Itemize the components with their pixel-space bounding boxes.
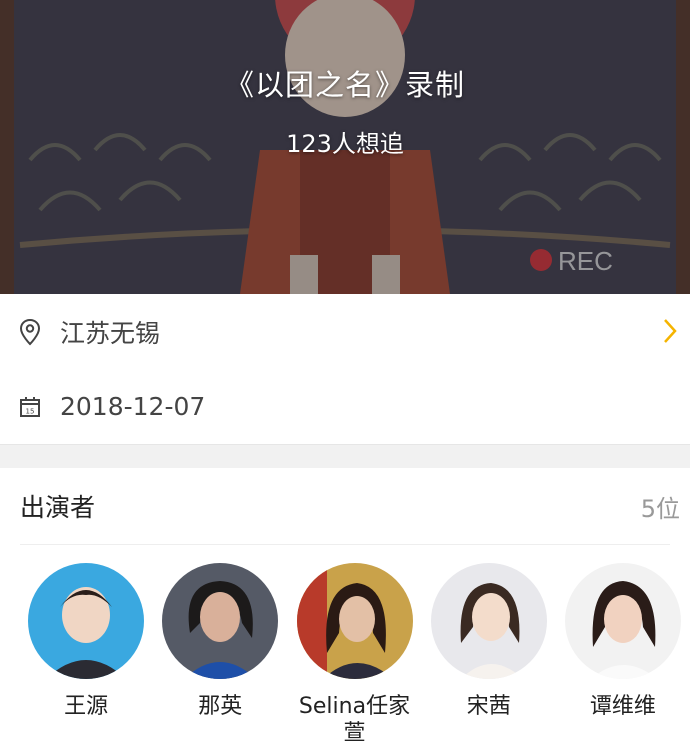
cast-member[interactable]: 谭维维 — [556, 563, 690, 744]
avatar[interactable] — [430, 563, 547, 679]
cast-name: Selina任家萱 — [298, 694, 411, 744]
avatar[interactable] — [564, 563, 681, 679]
date-text: 2018-12-07 — [60, 392, 206, 421]
avatar[interactable] — [162, 563, 279, 679]
location-text: 江苏无锡 — [60, 318, 161, 348]
section-divider — [0, 444, 690, 468]
event-title: 《以团之名》录制 — [224, 68, 465, 102]
cast-count: 5位 — [640, 494, 680, 523]
calendar-icon: 15 — [18, 393, 42, 421]
cast-member[interactable]: 那英 — [153, 563, 287, 744]
avatar[interactable] — [296, 563, 413, 679]
avatar[interactable] — [28, 563, 145, 679]
cast-member[interactable]: 王源 — [19, 563, 153, 744]
cast-name: 王源 — [64, 694, 109, 719]
cast-member[interactable]: Selina任家萱 — [287, 563, 421, 744]
location-pin-icon — [18, 318, 42, 346]
chevron-right-icon[interactable] — [660, 316, 680, 346]
cast-member[interactable]: 宋茜 — [422, 563, 556, 744]
hero-banner: REC 《以团之名》录制 123人想追 — [0, 0, 690, 294]
follow-count: 123人想追 — [286, 130, 404, 158]
cast-list: 王源 那英 Selina任家萱 宋茜 谭维维 — [0, 545, 690, 744]
cast-header[interactable]: 出演者 5位 — [0, 468, 690, 544]
svg-text:15: 15 — [26, 407, 35, 415]
cast-name: 宋茜 — [466, 694, 511, 719]
cast-name: 谭维维 — [589, 694, 656, 719]
cast-name: 那英 — [198, 694, 243, 719]
cast-title: 出演者 — [20, 493, 96, 522]
location-row[interactable]: 江苏无锡 — [0, 294, 690, 369]
date-row: 15 2018-12-07 — [0, 369, 690, 444]
